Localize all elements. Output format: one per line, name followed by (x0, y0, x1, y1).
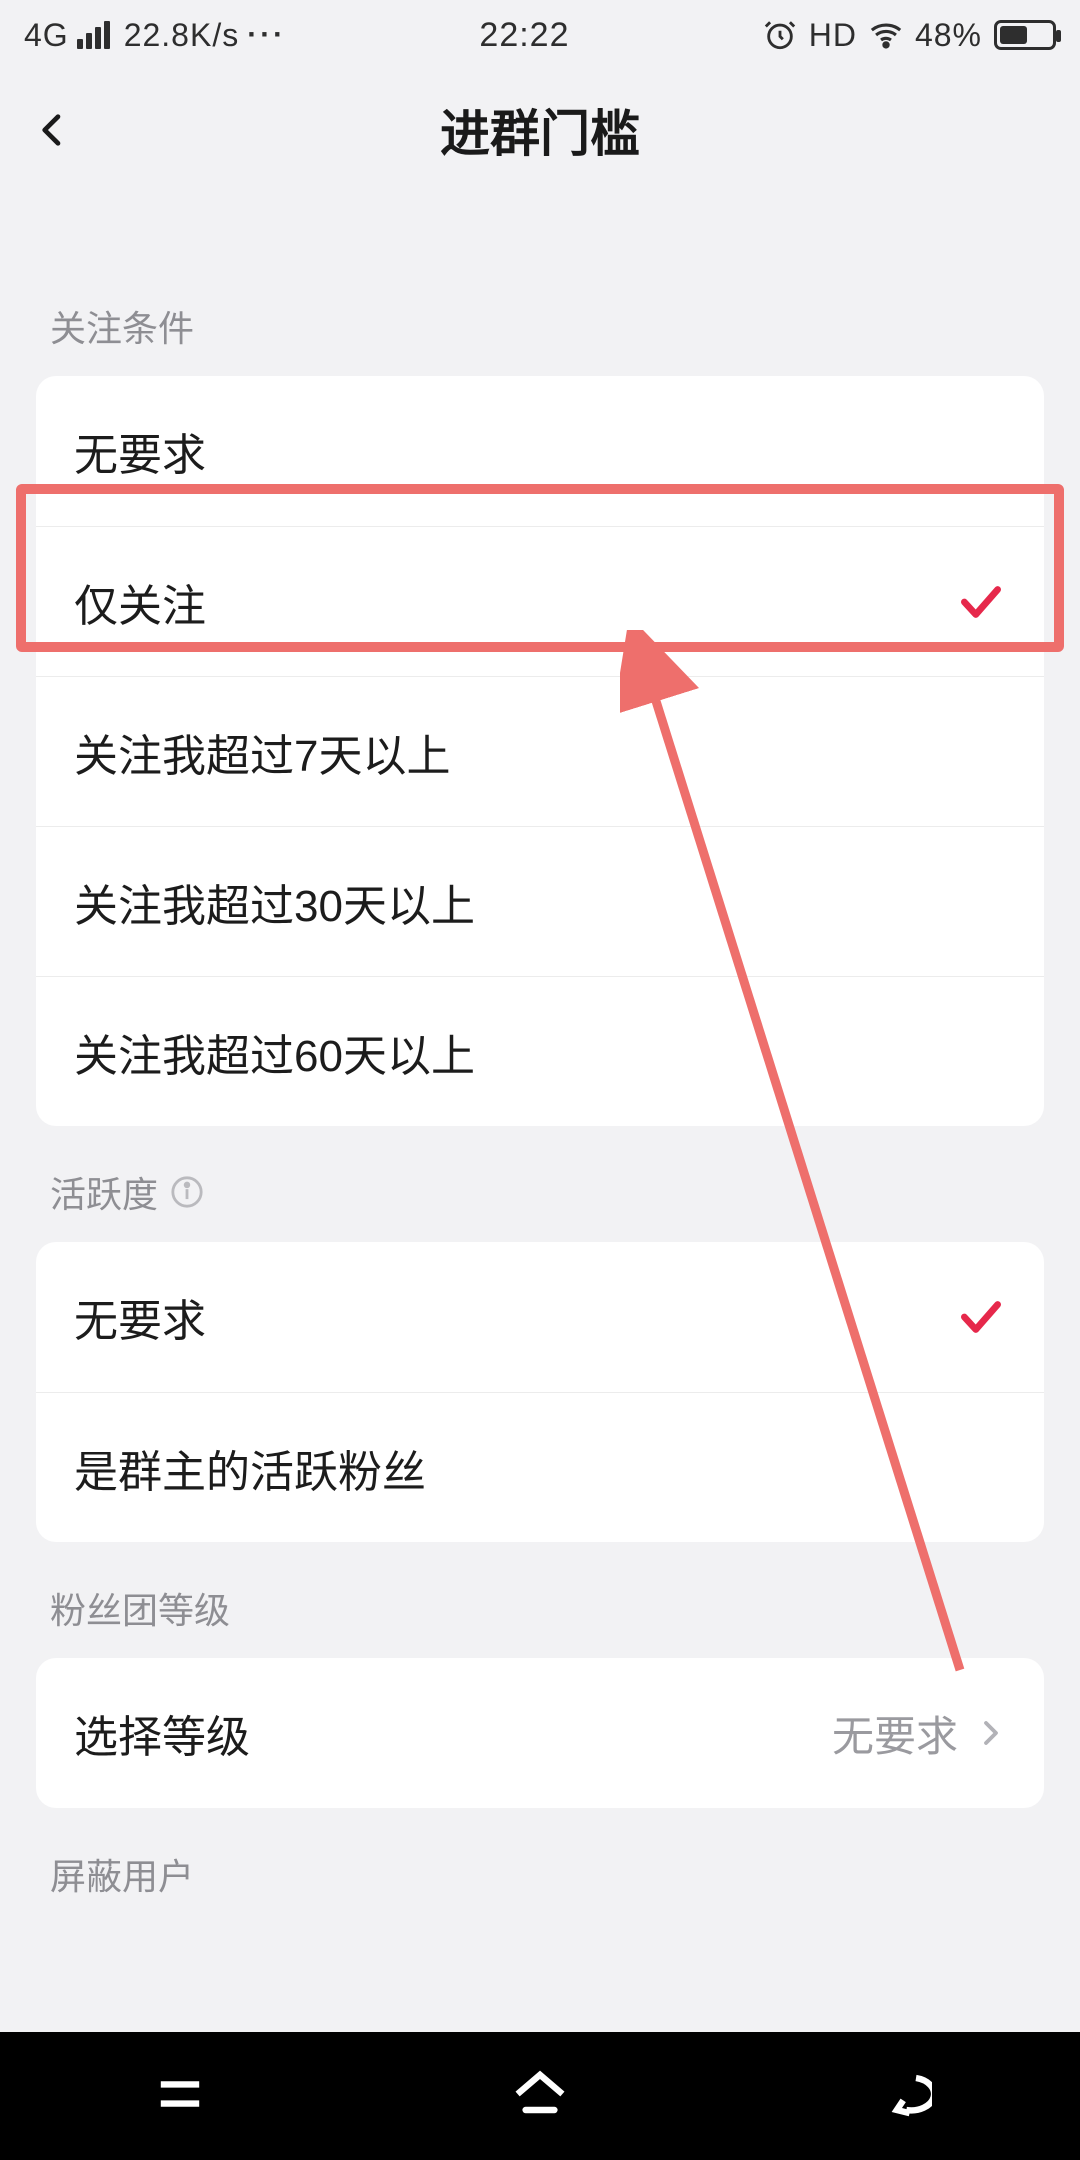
info-icon[interactable] (170, 1175, 204, 1209)
activity-option-1[interactable]: 是群主的活跃粉丝 (36, 1392, 1044, 1542)
option-label: 仅关注 (74, 570, 956, 634)
battery-icon (994, 20, 1056, 50)
section-label-activity: 活跃度 (0, 1126, 1080, 1242)
section-label-blocked: 屏蔽用户 (0, 1808, 1080, 1900)
title-bar: 进群门槛 (0, 70, 1080, 190)
hd-label: HD (809, 17, 857, 54)
android-nav-bar (0, 2032, 1080, 2160)
page-title: 进群门槛 (28, 94, 1052, 166)
alarm-icon (763, 18, 797, 52)
follow-option-2[interactable]: 关注我超过7天以上 (36, 676, 1044, 826)
nav-home-button[interactable] (508, 2062, 572, 2131)
option-label: 关注我超过7天以上 (74, 720, 1006, 784)
follow-option-3[interactable]: 关注我超过30天以上 (36, 826, 1044, 976)
back-icon (868, 2062, 932, 2126)
option-label: 选择等级 (74, 1701, 832, 1765)
fan-level-value: 无要求 (832, 1703, 958, 1764)
section-label-follow: 关注条件 (0, 260, 1080, 376)
fan-level-row[interactable]: 选择等级 无要求 (36, 1658, 1044, 1808)
chevron-right-icon (976, 1718, 1006, 1748)
option-label: 关注我超过60天以上 (74, 1020, 1006, 1084)
clock: 22:22 (286, 16, 763, 55)
follow-options-card: 无要求 仅关注 关注我超过7天以上 关注我超过30天以上 关注我超过60天以上 (36, 376, 1044, 1126)
network-speed: 22.8K/s (124, 17, 240, 54)
wifi-icon (869, 18, 903, 52)
status-bar: 4G 22.8K/s ··· 22:22 HD 48% (0, 0, 1080, 70)
activity-options-card: 无要求 是群主的活跃粉丝 (36, 1242, 1044, 1542)
nav-back-button[interactable] (868, 2062, 932, 2131)
follow-option-1[interactable]: 仅关注 (36, 526, 1044, 676)
nav-recent-button[interactable] (148, 2062, 212, 2131)
home-icon (508, 2062, 572, 2126)
follow-option-0[interactable]: 无要求 (36, 376, 1044, 526)
battery-percent: 48% (915, 17, 982, 54)
follow-option-4[interactable]: 关注我超过60天以上 (36, 976, 1044, 1126)
menu-icon (148, 2062, 212, 2126)
option-label: 关注我超过30天以上 (74, 870, 1006, 934)
option-label: 是群主的活跃粉丝 (74, 1436, 1006, 1500)
activity-option-0[interactable]: 无要求 (36, 1242, 1044, 1392)
check-icon (956, 577, 1006, 627)
check-icon (956, 1292, 1006, 1342)
option-label: 无要求 (74, 1285, 956, 1349)
fan-level-card: 选择等级 无要求 (36, 1658, 1044, 1808)
option-label: 无要求 (74, 419, 1006, 483)
signal-bars-icon (77, 21, 110, 49)
section-label-fan-level: 粉丝团等级 (0, 1542, 1080, 1658)
more-dots-icon: ··· (247, 18, 286, 52)
network-type: 4G (24, 17, 69, 54)
